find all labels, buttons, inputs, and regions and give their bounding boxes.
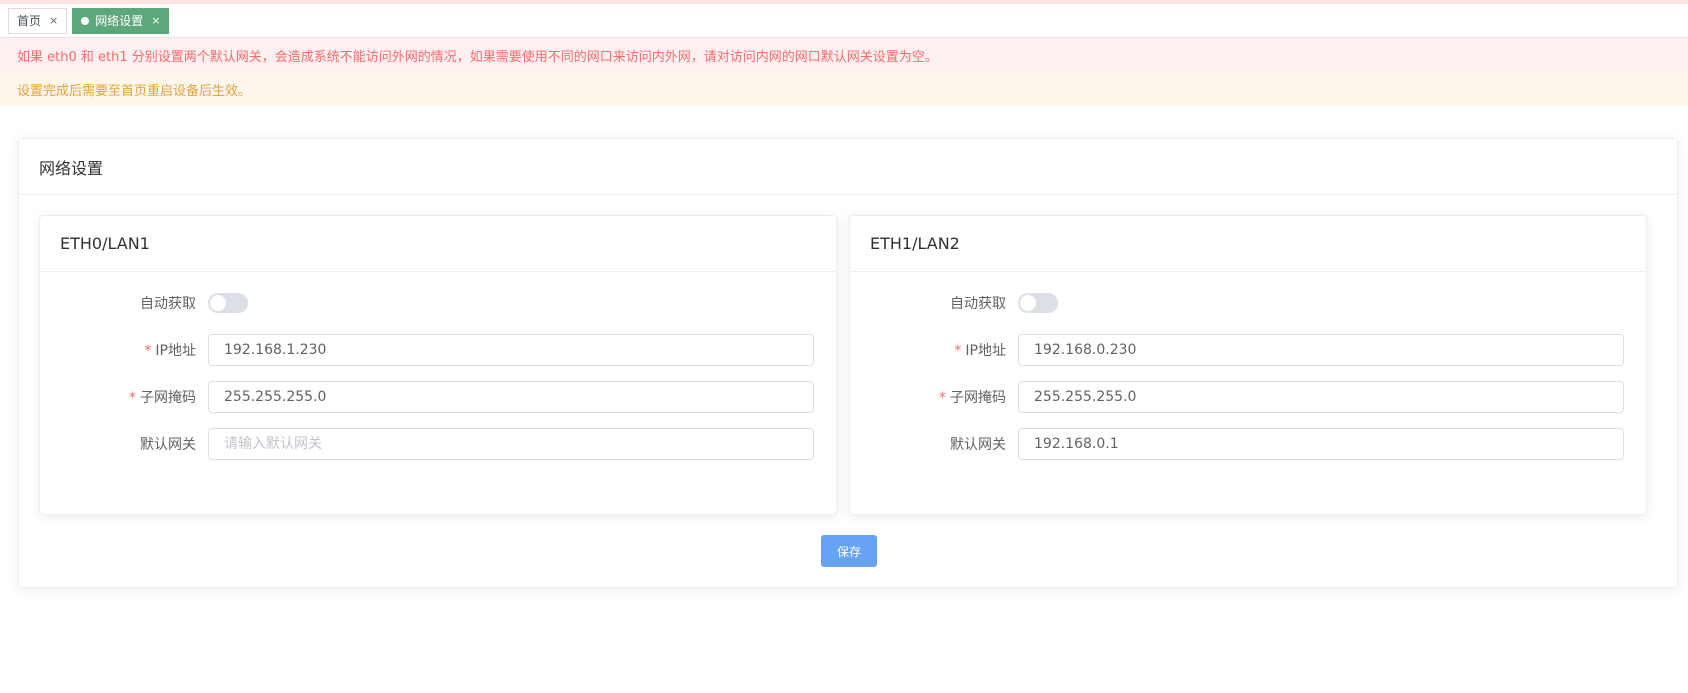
tab-label: 首页: [17, 14, 42, 28]
eth0-auto-label: 自动获取: [140, 296, 196, 312]
tab-home[interactable]: 首页 ×: [8, 7, 68, 34]
eth0-mask-row: * 子网掩码: [40, 380, 838, 414]
network-settings-card: 网络设置 ETH0/LAN1 自动获取 *IP地址 *子网掩码 默认网关 ETH…: [18, 138, 1678, 588]
eth0-auto-row: 自动获取: [40, 286, 838, 320]
tabs-bar: 首页 × 网络设置 ×: [0, 4, 1688, 38]
eth0-gateway-label: 默认网关: [140, 437, 196, 453]
eth1-ip-input[interactable]: [1018, 334, 1624, 366]
card-header: 网络设置: [19, 139, 1677, 195]
eth1-mask-row: * 子网掩码: [850, 380, 1648, 414]
eth0-title: ETH0/LAN1: [60, 234, 150, 253]
eth0-ip-label: IP地址: [155, 343, 196, 359]
eth0-gateway-input[interactable]: [208, 428, 814, 460]
close-icon[interactable]: ×: [151, 14, 160, 27]
eth1-gateway-label: 默认网关: [950, 437, 1006, 453]
required-mark: *: [939, 390, 946, 406]
eth0-mask-label: 子网掩码: [140, 390, 196, 406]
switch-knob: [210, 295, 226, 311]
eth1-mask-label: 子网掩码: [950, 390, 1006, 406]
close-icon[interactable]: ×: [49, 14, 58, 27]
eth1-gateway-row: 默认网关: [850, 427, 1648, 461]
eth0-card: ETH0/LAN1 自动获取 *IP地址 *子网掩码 默认网关: [39, 215, 837, 515]
eth0-ip-label-wrap: * IP地址: [40, 340, 208, 360]
eth1-ip-label-wrap: * IP地址: [850, 340, 1018, 360]
eth0-card-header: ETH0/LAN1: [40, 216, 836, 272]
eth1-title: ETH1/LAN2: [870, 234, 960, 253]
eth0-ip-input[interactable]: [208, 334, 814, 366]
switch-knob: [1020, 295, 1036, 311]
eth1-ip-label: IP地址: [965, 343, 1006, 359]
eth1-card-header: ETH1/LAN2: [850, 216, 1646, 272]
alert-warning: 设置完成后需要至首页重启设备后生效。: [0, 72, 1688, 106]
tab-label: 网络设置: [95, 14, 144, 28]
eth0-mask-input[interactable]: [208, 381, 814, 413]
eth1-auto-label: 自动获取: [950, 296, 1006, 312]
required-mark: *: [129, 390, 136, 406]
eth1-auto-switch[interactable]: [1018, 293, 1058, 313]
eth1-card: ETH1/LAN2 自动获取 *IP地址 *子网掩码 默认网关: [849, 215, 1647, 515]
tab-network-settings[interactable]: 网络设置 ×: [72, 7, 170, 34]
eth1-gateway-input[interactable]: [1018, 428, 1624, 460]
required-mark: *: [954, 343, 962, 359]
alert-warning-text: 设置完成后需要至首页重启设备后生效。: [17, 83, 252, 99]
eth1-auto-row: 自动获取: [850, 286, 1648, 320]
alert-error-text: 如果 eth0 和 eth1 分别设置两个默认网关，会造成系统不能访问外网的情况…: [17, 49, 938, 65]
eth0-ip-row: * IP地址: [40, 333, 838, 367]
required-mark: *: [144, 343, 152, 359]
eth0-mask-label-wrap: * 子网掩码: [40, 387, 208, 407]
eth1-ip-row: * IP地址: [850, 333, 1648, 367]
alert-error: 如果 eth0 和 eth1 分别设置两个默认网关，会造成系统不能访问外网的情况…: [0, 38, 1688, 72]
save-button[interactable]: 保存: [821, 535, 877, 567]
active-dot-icon: [81, 16, 90, 25]
eth1-mask-input[interactable]: [1018, 381, 1624, 413]
eth0-gateway-row: 默认网关: [40, 427, 838, 461]
eth0-auto-switch[interactable]: [208, 293, 248, 313]
eth1-mask-label-wrap: * 子网掩码: [850, 387, 1018, 407]
page-title: 网络设置: [39, 158, 104, 178]
